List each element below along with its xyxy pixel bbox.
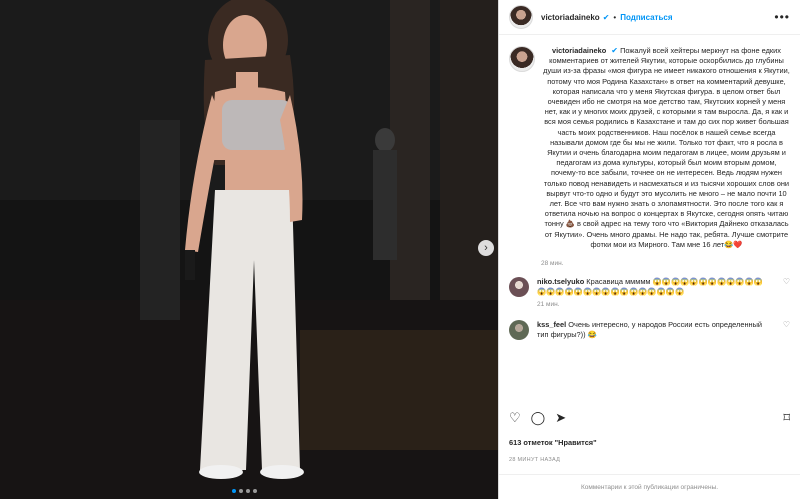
- carousel-dot: [246, 489, 250, 493]
- next-photo-button[interactable]: ›: [478, 240, 494, 256]
- caption: victoriadaineko ✔ Пожалуй всей хейтеры м…: [509, 46, 790, 250]
- share-icon[interactable]: ➤: [555, 410, 566, 426]
- post-modal: › victoriadaineko ✔ • Подписаться ••• vi…: [0, 0, 800, 499]
- comment-time: 21 мин.: [537, 301, 560, 309]
- likes-count[interactable]: 613 отметок "Нравится": [509, 438, 597, 447]
- like-comment-icon[interactable]: ♡: [783, 277, 790, 310]
- comment-item: kss_feel Очень интересно, у народов Росс…: [509, 320, 790, 341]
- photo-image: [0, 0, 498, 499]
- author-username[interactable]: victoriadaineko: [541, 13, 600, 22]
- caption-text: Пожалуй всей хейтеры меркнут на фоне едк…: [543, 46, 790, 249]
- separator-dot: •: [613, 12, 617, 22]
- comments-area[interactable]: victoriadaineko ✔ Пожалуй всей хейтеры м…: [499, 40, 800, 380]
- likes-number: 613: [509, 438, 522, 447]
- caption-time: 28 мин.: [541, 260, 564, 268]
- action-bar: ♡ ◯ ➤ ⌑: [509, 410, 790, 426]
- comment-text: Очень интересно, у народов России есть о…: [537, 320, 763, 340]
- post-side-panel: victoriadaineko ✔ • Подписаться ••• vict…: [498, 0, 800, 499]
- post-photo[interactable]: ›: [0, 0, 498, 499]
- comment-avatar[interactable]: [509, 320, 529, 341]
- bookmark-icon[interactable]: ⌑: [783, 410, 790, 426]
- verified-icon: ✔: [611, 46, 618, 55]
- follow-button[interactable]: Подписаться: [620, 13, 672, 22]
- caption-avatar[interactable]: [509, 46, 535, 72]
- comment-icon[interactable]: ◯: [531, 410, 546, 426]
- caption-text-block: victoriadaineko ✔ Пожалуй всей хейтеры м…: [543, 46, 790, 250]
- comment-item: niko.tselyuko Красавица ммммм 😱😱😱😱😱😱😱😱😱😱…: [509, 277, 790, 310]
- comment-username[interactable]: kss_feel: [537, 320, 566, 329]
- carousel-dot: [253, 489, 257, 493]
- comment-username[interactable]: niko.tselyuko: [537, 277, 584, 286]
- verified-icon: ✔: [602, 12, 610, 22]
- likes-label: отметок "Нравится": [523, 438, 597, 447]
- caption-username[interactable]: victoriadaineko: [552, 46, 606, 55]
- carousel-dots: [232, 489, 257, 493]
- heart-icon[interactable]: ♡: [509, 410, 521, 426]
- carousel-dot: [239, 489, 243, 493]
- comment-avatar[interactable]: [509, 277, 529, 298]
- carousel-dot: [232, 489, 236, 493]
- author-avatar[interactable]: [509, 5, 533, 29]
- post-date: 28 МИНУТ НАЗАД: [509, 457, 561, 463]
- more-options-icon[interactable]: •••: [774, 10, 790, 24]
- comment-body: niko.tselyuko Красавица ммммм 😱😱😱😱😱😱😱😱😱😱…: [537, 277, 767, 310]
- comments-limited-notice: Комментарии к этой публикации ограничены…: [499, 474, 800, 500]
- comment-body: kss_feel Очень интересно, у народов Росс…: [537, 320, 767, 340]
- post-header: victoriadaineko ✔ • Подписаться •••: [499, 0, 800, 35]
- chevron-right-icon: ›: [484, 242, 488, 254]
- like-comment-icon[interactable]: ♡: [783, 320, 790, 340]
